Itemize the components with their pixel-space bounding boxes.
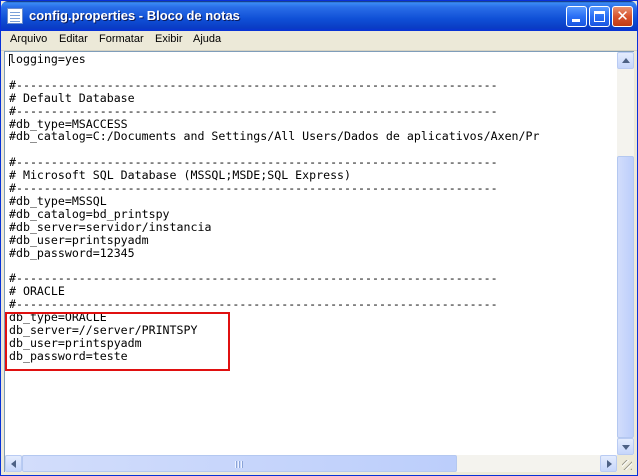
notepad-window: config.properties - Bloco de notas ✕ Arq…	[0, 0, 638, 476]
menu-formatar[interactable]: Formatar	[99, 33, 144, 45]
text-line: #db_type=MSSQL	[9, 193, 107, 208]
text-line: #db_user=printspyadm	[9, 232, 149, 247]
menu-editar[interactable]: Editar	[59, 33, 88, 45]
maximize-icon	[594, 11, 605, 22]
text-line: #---------------------------------------…	[9, 103, 498, 118]
resize-grip[interactable]	[617, 455, 634, 472]
text-line: #---------------------------------------…	[9, 181, 498, 196]
minimize-button[interactable]	[566, 6, 587, 27]
text-line: #---------------------------------------…	[9, 271, 498, 286]
menu-ajuda[interactable]: Ajuda	[193, 33, 221, 45]
maximize-button[interactable]	[589, 6, 610, 27]
close-button[interactable]: ✕	[612, 6, 633, 27]
arrow-up-icon	[622, 58, 630, 63]
text-line: # Default Database	[9, 90, 135, 105]
arrow-left-icon	[11, 460, 16, 468]
scroll-up-button[interactable]	[617, 52, 634, 69]
text-line: logging=yes	[9, 52, 86, 66]
text-line: #db_catalog=C:/Documents and Settings/Al…	[9, 129, 540, 144]
menu-exibir[interactable]: Exibir	[155, 33, 183, 45]
close-icon: ✕	[616, 7, 629, 25]
text-line: #---------------------------------------…	[9, 297, 498, 312]
arrow-right-icon	[607, 460, 612, 468]
text-line: # ORACLE	[9, 284, 65, 299]
text-line: #db_server=servidor/instancia	[9, 219, 212, 234]
scroll-down-button[interactable]	[617, 438, 634, 455]
text-caret	[9, 54, 10, 66]
oracle-config-highlight	[5, 312, 230, 371]
text-line: #db_type=MSACCESS	[9, 116, 128, 131]
text-editor[interactable]: logging=yes #---------------------------…	[4, 51, 634, 472]
title-bar[interactable]: config.properties - Bloco de notas ✕	[1, 1, 637, 31]
text-area[interactable]: logging=yes #---------------------------…	[5, 52, 617, 455]
text-line: # Microsoft SQL Database (MSSQL;MSDE;SQL…	[9, 168, 352, 183]
text-line: #---------------------------------------…	[9, 155, 498, 170]
vertical-scroll-thumb[interactable]	[617, 156, 634, 438]
minimize-icon	[572, 19, 580, 22]
menu-arquivo[interactable]: Arquivo	[10, 33, 47, 45]
horizontal-scrollbar[interactable]	[5, 455, 617, 472]
text-line: #---------------------------------------…	[9, 77, 498, 92]
menu-bar: Arquivo Editar Formatar Exibir Ajuda	[1, 31, 637, 51]
text-line: #db_catalog=bd_printspy	[9, 206, 170, 221]
scroll-grip	[235, 461, 244, 468]
window-title: config.properties - Bloco de notas	[29, 8, 240, 23]
notepad-icon[interactable]	[7, 8, 23, 24]
text-line: #db_password=12345	[9, 245, 135, 260]
arrow-down-icon	[622, 445, 630, 450]
scroll-right-button[interactable]	[600, 455, 617, 472]
horizontal-scroll-thumb[interactable]	[22, 455, 457, 472]
scroll-left-button[interactable]	[5, 455, 22, 472]
vertical-scrollbar[interactable]	[617, 52, 634, 455]
